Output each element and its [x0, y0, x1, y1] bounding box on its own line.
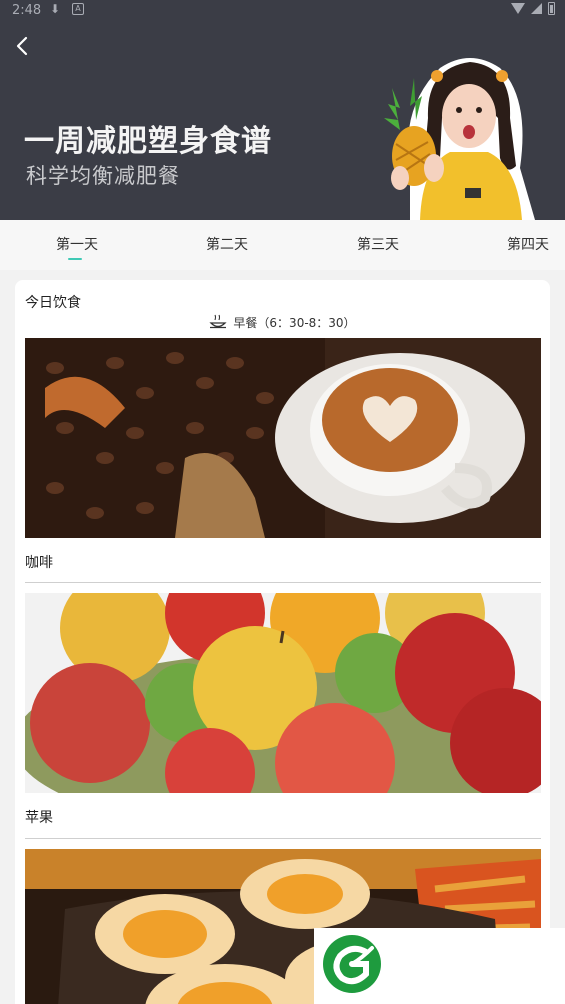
banner-title: 一周减肥塑身食谱: [24, 124, 272, 159]
banner-subtitle: 科学均衡减肥餐: [26, 164, 180, 188]
a-icon: A: [72, 3, 84, 15]
download-icon: ⬇: [50, 2, 61, 16]
status-bar: 2:48 ⬇ A: [0, 0, 565, 22]
app-root: 2:48 ⬇ A 一周减肥塑身食谱 科学均衡减肥餐 第一天 第二天 第三天 第四…: [0, 0, 565, 1004]
tab-day-1[interactable]: 第一天: [56, 234, 98, 254]
cell-signal-icon: [531, 3, 542, 14]
header-banner: 2:48 ⬇ A 一周减肥塑身食谱 科学均衡减肥餐: [0, 0, 565, 220]
tab-day-3[interactable]: 第三天: [357, 234, 399, 254]
banner-person-image: [384, 58, 535, 220]
meal-label: 早餐（6：30-8：30）: [233, 315, 356, 330]
status-time: 2:48: [12, 3, 42, 18]
daily-diet-card: 今日饮食 早餐（6：30-8：30） 咖啡 苹果: [15, 280, 550, 1004]
tab-day-4[interactable]: 第四天: [507, 234, 549, 254]
card-title: 今日饮食: [25, 295, 81, 311]
food-name-apple: 苹果: [25, 810, 53, 826]
leaf-logo-icon: [323, 935, 381, 993]
food-image-coffee[interactable]: [25, 338, 541, 538]
chevron-left-icon: [16, 36, 28, 56]
day-tabs: 第一天 第二天 第三天 第四天: [0, 220, 565, 270]
battery-icon: [548, 2, 555, 15]
meal-header: 早餐（6：30-8：30）: [15, 312, 550, 332]
active-tab-indicator: [68, 258, 82, 260]
status-icons: [511, 2, 555, 15]
food-name-coffee: 咖啡: [25, 555, 53, 571]
food-image-apple[interactable]: [25, 593, 541, 793]
watermark-logo: [314, 928, 565, 1004]
food-divider: [25, 582, 541, 583]
food-divider: [25, 838, 541, 839]
tab-day-2[interactable]: 第二天: [206, 234, 248, 254]
wifi-icon: [511, 3, 525, 14]
meal-bowl-icon: [209, 314, 227, 329]
back-button[interactable]: [8, 32, 36, 60]
